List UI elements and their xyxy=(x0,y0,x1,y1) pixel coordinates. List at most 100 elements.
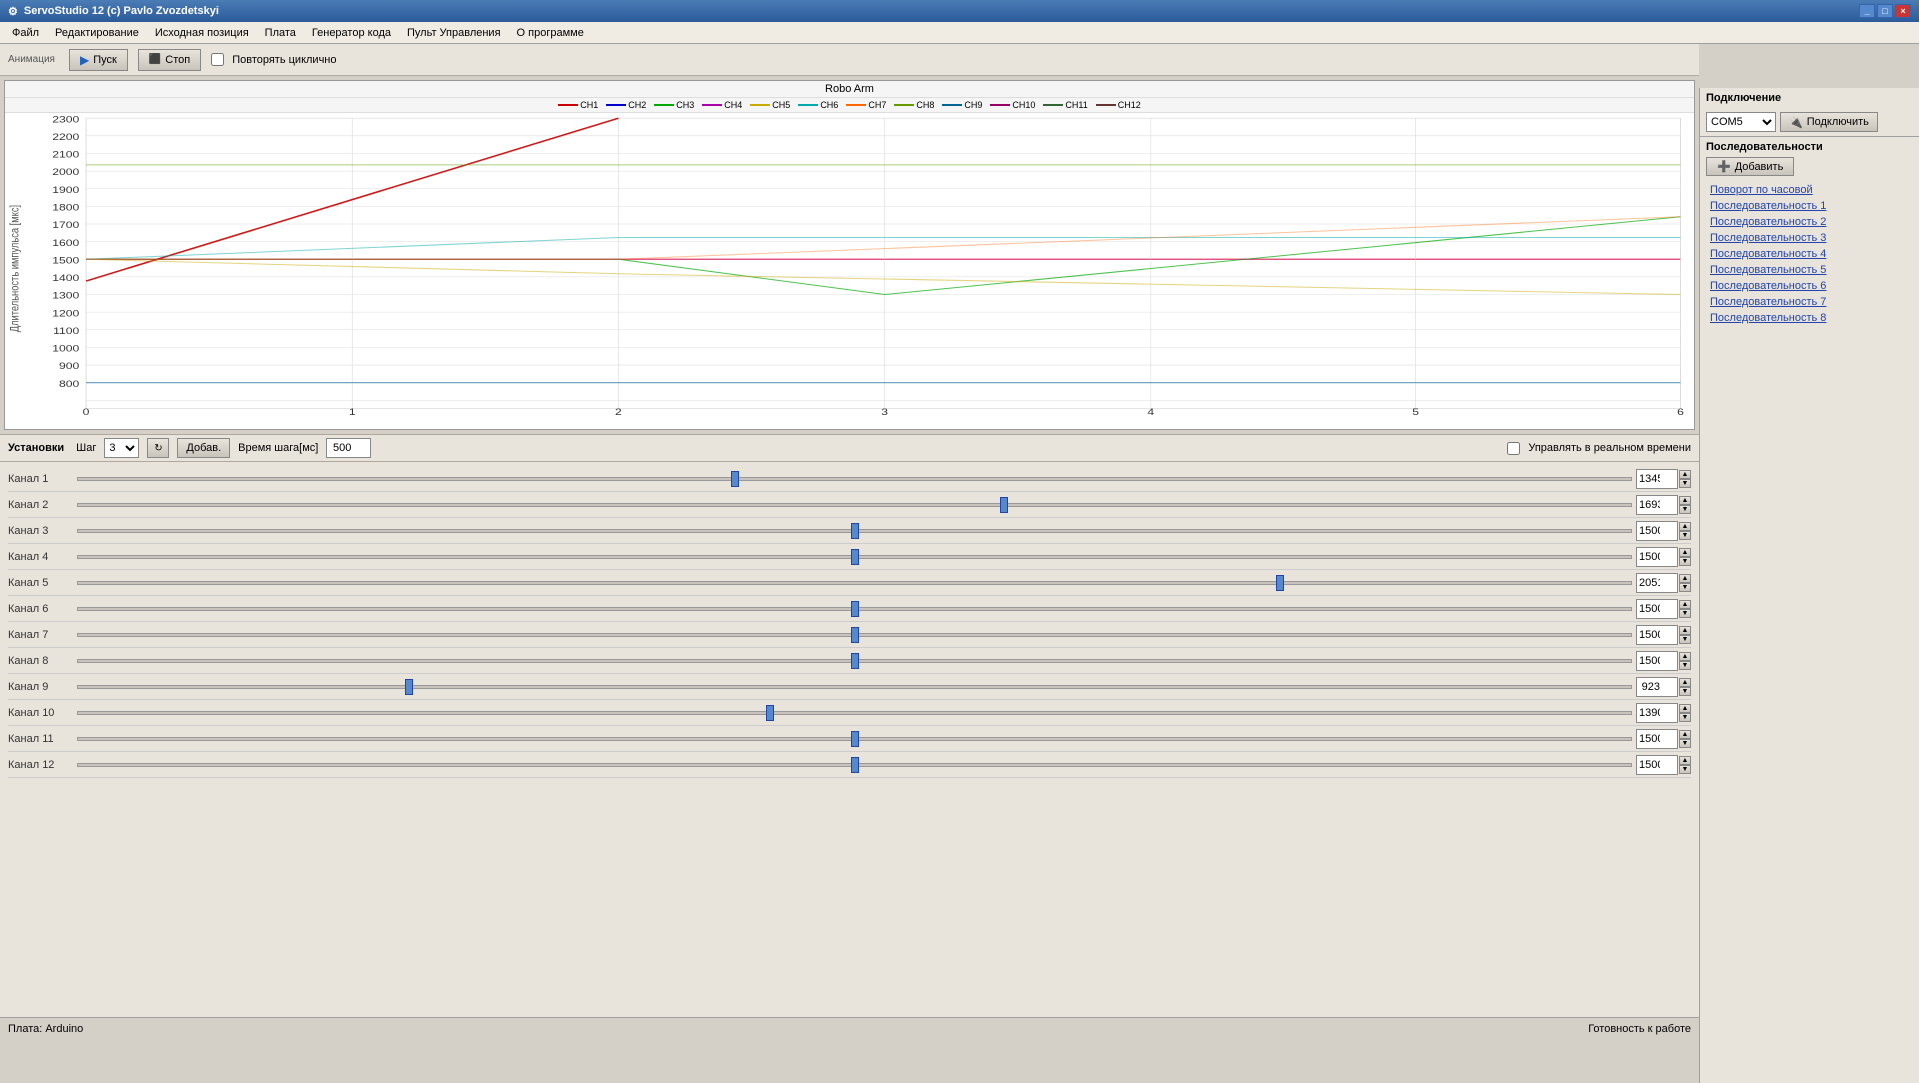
sequence-item-1[interactable]: Последовательность 1 xyxy=(1706,198,1913,214)
channel-num-input-12[interactable] xyxy=(1636,755,1678,775)
app-icon: ⚙ xyxy=(8,5,18,18)
repeat-checkbox[interactable] xyxy=(211,53,224,66)
connect-button[interactable]: 🔌 Подключить xyxy=(1780,112,1878,132)
sequence-item-5[interactable]: Последовательность 5 xyxy=(1706,262,1913,278)
add-seq-icon: ➕ xyxy=(1717,160,1731,173)
channel-spin-down-11[interactable]: ▼ xyxy=(1679,739,1691,748)
channel-spin-up-9[interactable]: ▲ xyxy=(1679,678,1691,687)
channel-num-input-4[interactable] xyxy=(1636,547,1678,567)
channel-slider-12[interactable] xyxy=(77,763,1632,767)
channel-slider-8[interactable] xyxy=(77,659,1632,663)
channel-num-input-1[interactable] xyxy=(1636,469,1678,489)
channel-num-input-8[interactable] xyxy=(1636,651,1678,671)
settings-bar: Установки Шаг 3 1 2 5 10 ↻ Добав. Время … xyxy=(0,434,1699,462)
channel-label-2: Канал 2 xyxy=(8,499,73,511)
channel-spin-down-1[interactable]: ▼ xyxy=(1679,479,1691,488)
channel-row-3: Канал 3▲▼ xyxy=(8,518,1691,544)
channel-slider-3[interactable] xyxy=(77,529,1632,533)
svg-text:1700: 1700 xyxy=(52,220,79,230)
sequence-item-7[interactable]: Последовательность 7 xyxy=(1706,294,1913,310)
channel-spin-down-9[interactable]: ▼ xyxy=(1679,687,1691,696)
time-input[interactable] xyxy=(326,438,371,458)
channel-slider-2[interactable] xyxy=(77,503,1632,507)
channel-spin-down-7[interactable]: ▼ xyxy=(1679,635,1691,644)
sequence-item-4[interactable]: Последовательность 4 xyxy=(1706,246,1913,262)
channel-spin-up-8[interactable]: ▲ xyxy=(1679,652,1691,661)
menu-code-gen[interactable]: Генератор кода xyxy=(304,25,399,41)
channel-spin-up-11[interactable]: ▲ xyxy=(1679,730,1691,739)
menubar: Файл Редактирование Исходная позиция Пла… xyxy=(0,22,1919,44)
channel-spin-up-10[interactable]: ▲ xyxy=(1679,704,1691,713)
channel-num-input-10[interactable] xyxy=(1636,703,1678,723)
channel-slider-container-10 xyxy=(77,703,1632,723)
channel-num-input-6[interactable] xyxy=(1636,599,1678,619)
menu-edit[interactable]: Редактирование xyxy=(47,25,147,41)
channel-slider-7[interactable] xyxy=(77,633,1632,637)
maximize-button[interactable]: □ xyxy=(1877,4,1893,18)
sequence-item-3[interactable]: Последовательность 3 xyxy=(1706,230,1913,246)
channel-slider-6[interactable] xyxy=(77,607,1632,611)
com-port-select[interactable]: COM5 COM1 COM2 COM3 COM4 COM6 xyxy=(1706,112,1776,132)
channel-spin-down-12[interactable]: ▼ xyxy=(1679,765,1691,774)
channel-slider-1[interactable] xyxy=(77,477,1632,481)
channel-spin-down-2[interactable]: ▼ xyxy=(1679,505,1691,514)
channel-slider-container-4 xyxy=(77,547,1632,567)
channel-spin-up-4[interactable]: ▲ xyxy=(1679,548,1691,557)
channel-spin-down-5[interactable]: ▼ xyxy=(1679,583,1691,592)
channel-spin-up-1[interactable]: ▲ xyxy=(1679,470,1691,479)
channel-spin-up-5[interactable]: ▲ xyxy=(1679,574,1691,583)
close-button[interactable]: × xyxy=(1895,4,1911,18)
channel-slider-4[interactable] xyxy=(77,555,1632,559)
menu-home-position[interactable]: Исходная позиция xyxy=(147,25,257,41)
sequence-item-2[interactable]: Последовательность 2 xyxy=(1706,214,1913,230)
channel-slider-10[interactable] xyxy=(77,711,1632,715)
channel-spin-down-10[interactable]: ▼ xyxy=(1679,713,1691,722)
channel-num-input-3[interactable] xyxy=(1636,521,1678,541)
channel-slider-11[interactable] xyxy=(77,737,1632,741)
repeat-label: Повторять циклично xyxy=(232,54,336,66)
menu-about[interactable]: О программе xyxy=(509,25,592,41)
channel-slider-9[interactable] xyxy=(77,685,1632,689)
channel-num-input-5[interactable] xyxy=(1636,573,1678,593)
step-select[interactable]: 3 1 2 5 10 xyxy=(104,438,139,458)
add-step-button[interactable]: Добав. xyxy=(177,438,230,458)
channel-spin-down-6[interactable]: ▼ xyxy=(1679,609,1691,618)
channel-spin-down-4[interactable]: ▼ xyxy=(1679,557,1691,566)
sequence-item-0[interactable]: Поворот по часовой xyxy=(1706,182,1913,198)
channel-num-input-9[interactable] xyxy=(1636,677,1678,697)
menu-control-panel[interactable]: Пульт Управления xyxy=(399,25,509,41)
channel-spin-up-12[interactable]: ▲ xyxy=(1679,756,1691,765)
refresh-button[interactable]: ↻ xyxy=(147,438,169,458)
channel-slider-container-1 xyxy=(77,469,1632,489)
sequence-item-8[interactable]: Последовательность 8 xyxy=(1706,310,1913,326)
stop-button[interactable]: ⬛ Стоп xyxy=(138,49,201,71)
play-button[interactable]: ▶ Пуск xyxy=(69,49,128,71)
channel-spin-down-8[interactable]: ▼ xyxy=(1679,661,1691,670)
realtime-checkbox[interactable] xyxy=(1507,442,1520,455)
realtime-container[interactable]: Управлять в реальном времени xyxy=(1507,442,1691,455)
channel-num-input-11[interactable] xyxy=(1636,729,1678,749)
repeat-checkbox-container[interactable]: Повторять циклично xyxy=(211,53,336,66)
chart-svg-container[interactable]: 2300 2200 2100 2000 1900 1800 1700 1600 … xyxy=(5,113,1694,419)
sequence-item-6[interactable]: Последовательность 6 xyxy=(1706,278,1913,294)
svg-text:1800: 1800 xyxy=(52,203,79,213)
menu-board[interactable]: Плата xyxy=(257,25,304,41)
channel-spin-up-7[interactable]: ▲ xyxy=(1679,626,1691,635)
channel-slider-5[interactable] xyxy=(77,581,1632,585)
channel-label-1: Канал 1 xyxy=(8,473,73,485)
minimize-button[interactable]: _ xyxy=(1859,4,1875,18)
channel-spin-up-3[interactable]: ▲ xyxy=(1679,522,1691,531)
channel-spin-up-2[interactable]: ▲ xyxy=(1679,496,1691,505)
channel-label-5: Канал 5 xyxy=(8,577,73,589)
menu-file[interactable]: Файл xyxy=(4,25,47,41)
svg-text:2200: 2200 xyxy=(52,132,79,142)
channel-slider-container-3 xyxy=(77,521,1632,541)
channel-value-3: ▲▼ xyxy=(1636,521,1691,541)
channel-spin-up-6[interactable]: ▲ xyxy=(1679,600,1691,609)
channel-num-input-2[interactable] xyxy=(1636,495,1678,515)
channel-spin-down-3[interactable]: ▼ xyxy=(1679,531,1691,540)
channel-num-input-7[interactable] xyxy=(1636,625,1678,645)
channel-spinner-8: ▲▼ xyxy=(1679,652,1691,670)
channel-row-2: Канал 2 ▲▼ xyxy=(8,492,1691,518)
add-sequence-button[interactable]: ➕ Добавить xyxy=(1706,157,1794,176)
